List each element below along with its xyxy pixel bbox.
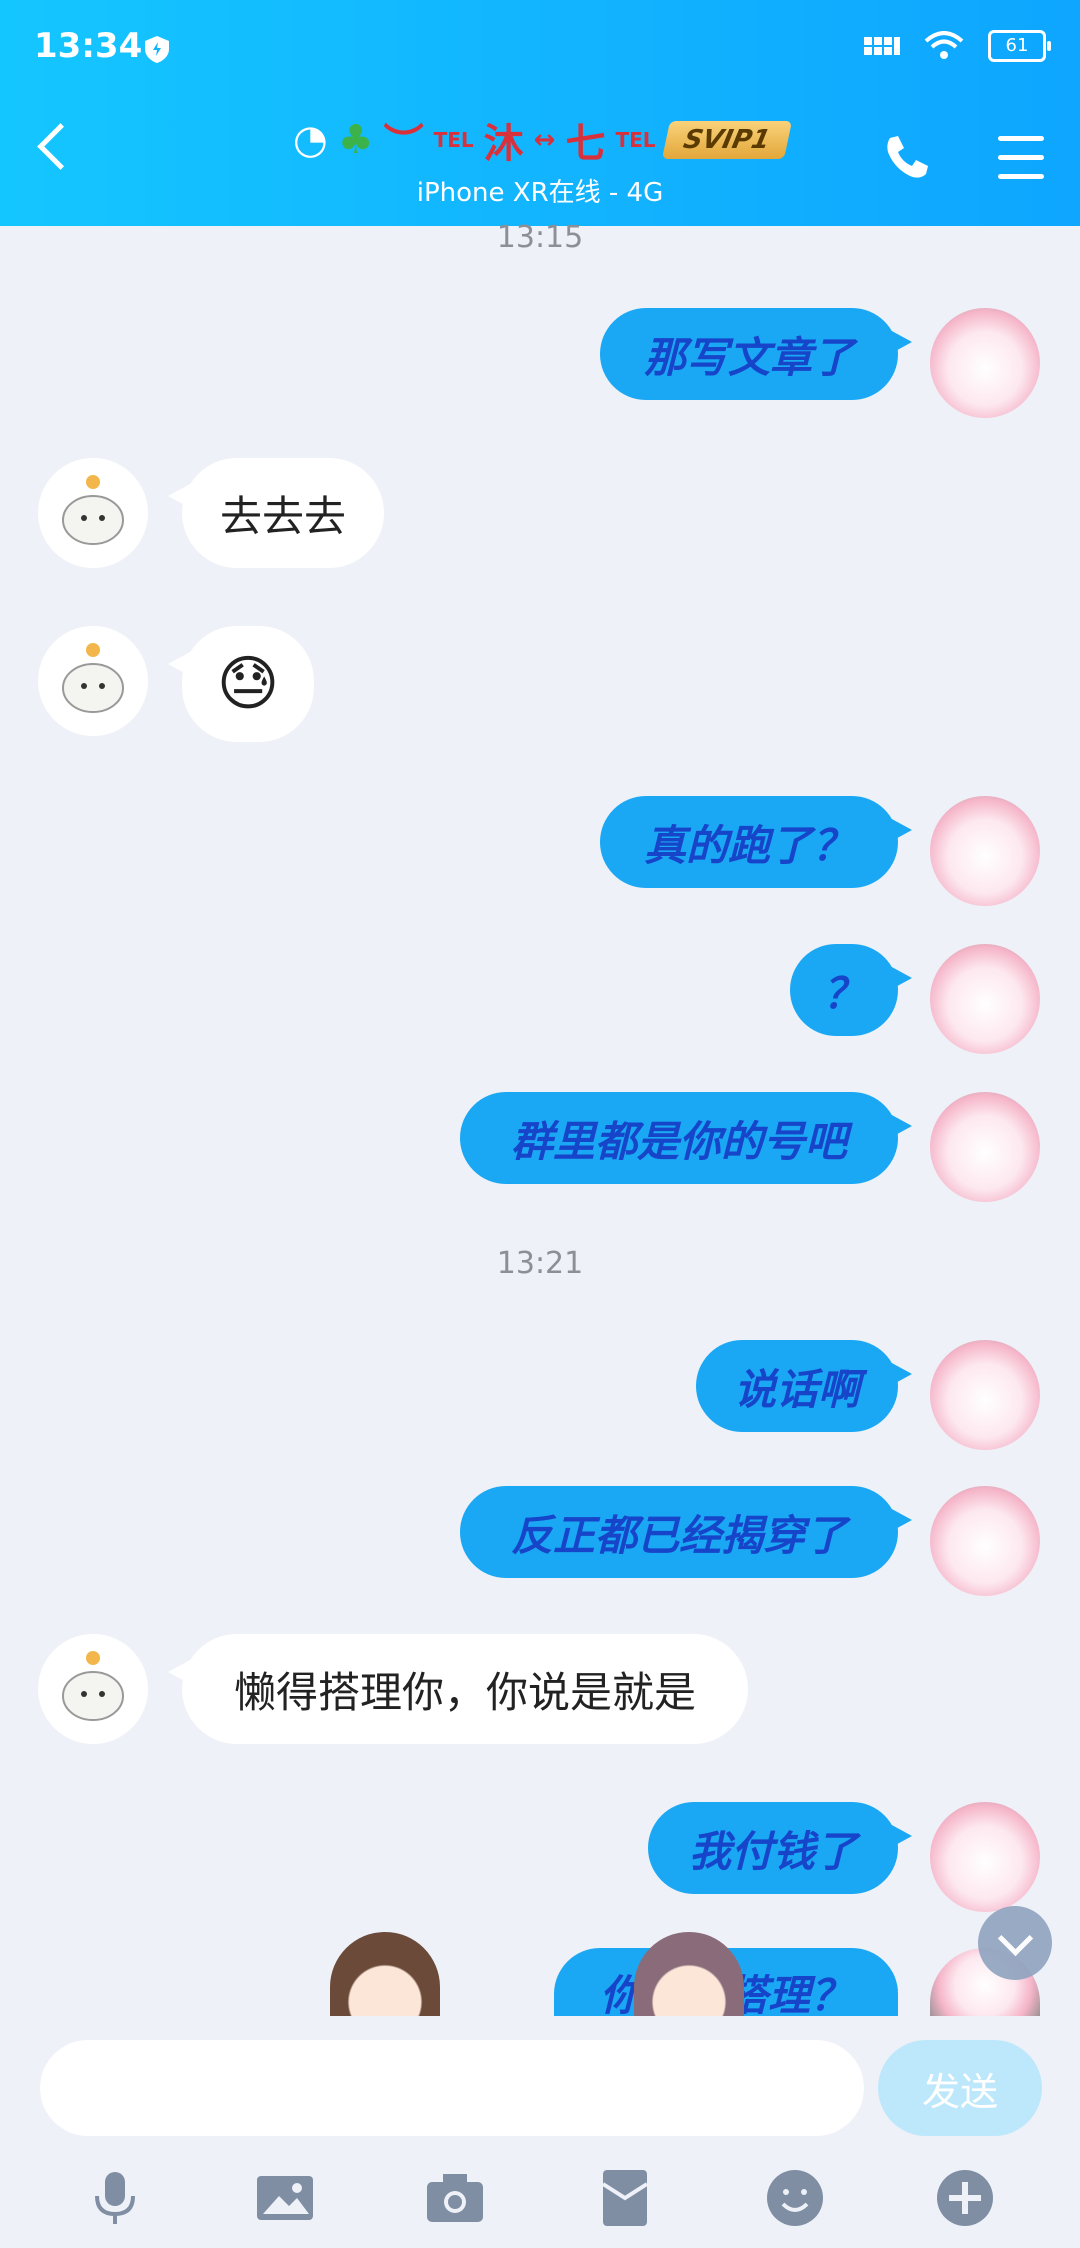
my-avatar[interactable] bbox=[930, 1092, 1040, 1202]
message-bubble-out[interactable]: 那写文章了 bbox=[600, 308, 912, 400]
my-avatar[interactable] bbox=[930, 1340, 1040, 1450]
message-bubble-out[interactable]: ？ bbox=[790, 944, 912, 1036]
my-avatar[interactable] bbox=[930, 796, 1040, 906]
my-avatar[interactable] bbox=[930, 308, 1040, 418]
cat-icon bbox=[62, 475, 124, 545]
status-icons: 61 bbox=[864, 30, 1051, 62]
name-part-2: TEL bbox=[433, 128, 474, 152]
name-part-5: 七 bbox=[565, 121, 606, 167]
input-toolbar bbox=[0, 2166, 1080, 2230]
ear-icon: ◔ bbox=[292, 117, 328, 163]
contact-avatar[interactable] bbox=[38, 626, 148, 736]
message-bubble-in[interactable]: 😓 bbox=[168, 626, 314, 742]
message-bubble-out[interactable]: 说话啊 bbox=[696, 1340, 912, 1432]
svip-badge: SVIP1 bbox=[661, 121, 792, 159]
emoji-icon[interactable] bbox=[763, 2166, 827, 2230]
message-bubble-in[interactable]: 懒得搭理你，你说是就是 bbox=[168, 1634, 748, 1744]
message-input[interactable] bbox=[40, 2040, 864, 2136]
my-avatar[interactable] bbox=[930, 944, 1040, 1054]
name-part-3: 沐 bbox=[483, 121, 524, 167]
camera-icon[interactable] bbox=[423, 2166, 487, 2230]
cat-icon bbox=[62, 1651, 124, 1721]
message-bubble-out[interactable]: 反正都已经揭穿了 bbox=[460, 1486, 912, 1578]
message-text: 懒得搭理你，你说是就是 bbox=[233, 1667, 696, 1717]
message-text: 反正都已经揭穿了 bbox=[510, 1510, 847, 1560]
my-avatar[interactable] bbox=[930, 1802, 1040, 1912]
menu-button[interactable] bbox=[998, 136, 1044, 180]
wifi-icon bbox=[924, 31, 964, 59]
phone-icon[interactable] bbox=[880, 132, 932, 184]
status-time: 13:34 bbox=[34, 26, 143, 66]
microphone-icon[interactable] bbox=[83, 2166, 147, 2230]
message-bubble-out[interactable]: 群里都是你的号吧 bbox=[460, 1092, 912, 1184]
message-text: 去去去 bbox=[219, 491, 346, 541]
message-text: 群里都是你的号吧 bbox=[510, 1116, 847, 1166]
message-text: 我付钱了 bbox=[688, 1826, 857, 1876]
my-avatar[interactable] bbox=[930, 1486, 1040, 1596]
chat-header: 13:34 61 ◔ ♣ ︶ TEL 沐 ↔ 七 TEL SVIP1 iPhon… bbox=[0, 0, 1080, 226]
scroll-to-bottom-button[interactable] bbox=[978, 1906, 1052, 1980]
contact-avatar[interactable] bbox=[38, 1634, 148, 1744]
message-text: ？ bbox=[822, 968, 865, 1018]
signal-icon bbox=[864, 37, 900, 55]
message-text: 说话啊 bbox=[733, 1364, 860, 1414]
name-part-4: ↔ bbox=[533, 125, 556, 155]
sweat-emoji-icon: 😓 bbox=[216, 649, 280, 719]
timestamp: 13:21 bbox=[496, 1246, 584, 1281]
shield-icon bbox=[145, 36, 169, 63]
timestamp: 13:15 bbox=[496, 220, 584, 255]
message-text: 真的跑了？ bbox=[643, 820, 854, 870]
message-bubble-out[interactable]: 我付钱了 bbox=[648, 1802, 912, 1894]
message-text: 那写文章了 bbox=[643, 332, 854, 382]
name-part-1: ︶ bbox=[383, 121, 424, 167]
red-packet-icon[interactable] bbox=[593, 2166, 657, 2230]
name-part-6: TEL bbox=[615, 128, 656, 152]
plus-icon[interactable] bbox=[933, 2166, 997, 2230]
sprout-icon: ♣ bbox=[337, 117, 374, 163]
battery-indicator: 61 bbox=[988, 30, 1051, 62]
image-icon[interactable] bbox=[253, 2166, 317, 2230]
message-bubble-out[interactable]: 真的跑了？ bbox=[600, 796, 912, 888]
composer-area: 发送 bbox=[0, 2016, 1080, 2248]
send-button[interactable]: 发送 bbox=[878, 2040, 1042, 2136]
message-bubble-in[interactable]: 去去去 bbox=[168, 458, 384, 568]
cat-icon bbox=[62, 643, 124, 713]
contact-avatar[interactable] bbox=[38, 458, 148, 568]
